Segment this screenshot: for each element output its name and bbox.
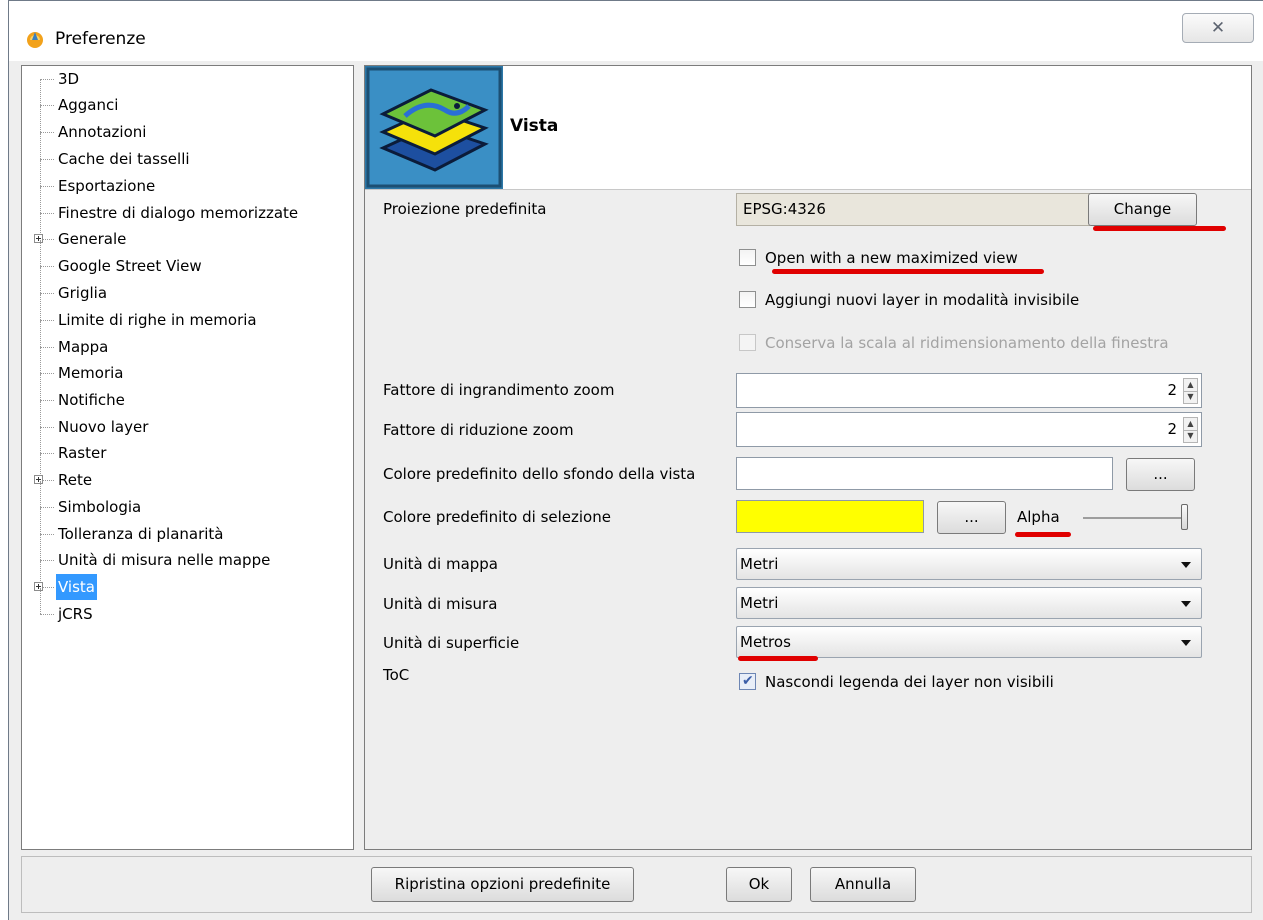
expand-icon[interactable] — [34, 234, 43, 243]
tree-item-label: Google Street View — [58, 257, 202, 275]
tree-item-label: Annotazioni — [58, 123, 147, 141]
panel-title: Vista — [510, 116, 559, 136]
close-button[interactable]: ✕ — [1182, 13, 1254, 43]
change-projection-button[interactable]: Change — [1088, 193, 1197, 226]
tree-item-label: Finestre di dialogo memorizzate — [58, 204, 299, 222]
dropdown-arrow-icon — [1181, 601, 1191, 607]
reset-defaults-label: Ripristina opzioni predefinite — [394, 875, 611, 893]
hide-legend-label: Nascondi legenda dei layer non visibili — [765, 673, 1054, 691]
tree-item-label: Notifiche — [58, 391, 125, 409]
zoom-in-value: 2 — [1167, 381, 1177, 399]
cancel-label: Annulla — [834, 875, 892, 893]
annotation-underline — [772, 269, 1044, 274]
alpha-slider-handle[interactable] — [1181, 504, 1188, 530]
projection-field: EPSG:4326 — [736, 193, 1090, 226]
tree-item-label: Vista — [56, 574, 97, 600]
hide-legend-checkbox[interactable] — [739, 669, 756, 693]
dialog-footer: Ripristina opzioni predefinite Ok Annull… — [21, 856, 1252, 913]
tree-item-label: Memoria — [58, 364, 124, 382]
zoom-in-spinner[interactable]: 2 ▲ ▼ — [736, 373, 1202, 408]
tree-item-label: Mappa — [58, 338, 109, 356]
tree-item-label: Rete — [58, 471, 93, 489]
tree-item-label: Simbologia — [58, 498, 142, 516]
preferences-window: Preferenze ✕ 3D Agganci Annotazioni Cach… — [8, 0, 1263, 920]
zoom-out-value: 2 — [1167, 420, 1177, 438]
tree-item-label: Unità di misura nelle mappe — [58, 551, 271, 569]
map-units-value: Metri — [740, 555, 779, 573]
bg-color-label: Colore predefinito dello sfondo della vi… — [383, 465, 696, 483]
alpha-slider-track[interactable] — [1083, 517, 1186, 519]
map-units-select[interactable]: Metri — [736, 548, 1202, 580]
measure-units-label: Unità di misura — [383, 595, 498, 613]
add-invisible-checkbox[interactable] — [739, 291, 756, 308]
zoom-out-spin-arrows[interactable]: ▲ ▼ — [1183, 417, 1198, 443]
zoom-out-spinner[interactable]: 2 ▲ ▼ — [736, 412, 1202, 447]
area-units-select[interactable]: Metros — [736, 626, 1202, 658]
tree-item-label: Tolleranza di planarità — [58, 525, 224, 543]
tree-item-label: Nuovo layer — [58, 418, 149, 436]
bg-color-swatch — [736, 457, 1113, 490]
tree-item-label: Esportazione — [58, 177, 156, 195]
spin-down-icon[interactable]: ▼ — [1184, 391, 1197, 403]
change-button-label: Change — [1113, 200, 1172, 218]
annotation-underline — [1015, 532, 1071, 537]
keep-scale-label: Conserva la scala al ridimensionamento d… — [765, 334, 1169, 352]
tree-item-label: Cache dei tasselli — [58, 150, 190, 168]
toc-label: ToC — [383, 666, 410, 684]
vista-settings-panel: Vista Proiezione predefinita EPSG:4326 C… — [364, 65, 1252, 850]
title-bar: Preferenze ✕ — [9, 1, 1263, 61]
spin-down-icon[interactable]: ▼ — [1184, 430, 1197, 442]
ok-button[interactable]: Ok — [726, 867, 792, 902]
measure-units-select[interactable]: Metri — [736, 587, 1202, 619]
annotation-underline — [1093, 226, 1226, 231]
panel-header: Vista — [365, 66, 1251, 190]
keep-scale-checkbox — [739, 334, 756, 351]
reset-defaults-button[interactable]: Ripristina opzioni predefinite — [371, 867, 634, 902]
tree-item-label: jCRS — [58, 605, 93, 623]
projection-label: Proiezione predefinita — [383, 200, 547, 218]
cancel-button[interactable]: Annulla — [810, 867, 916, 902]
map-units-label: Unità di mappa — [383, 555, 498, 573]
bg-color-picker-button[interactable]: ... — [1126, 458, 1195, 491]
annotation-underline — [738, 656, 818, 661]
expand-icon[interactable] — [34, 582, 43, 591]
expand-icon[interactable] — [34, 475, 43, 484]
tree-item-label: Griglia — [58, 284, 108, 302]
tree-item-label: Limite di righe in memoria — [58, 311, 257, 329]
measure-units-value: Metri — [740, 594, 779, 612]
area-units-value: Metros — [740, 633, 791, 651]
tree-item-label: Raster — [58, 444, 107, 462]
projection-value: EPSG:4326 — [743, 200, 826, 218]
tree-item-label: Agganci — [58, 96, 119, 114]
alpha-label: Alpha — [1017, 508, 1060, 526]
sel-color-label: Colore predefinito di selezione — [383, 508, 611, 526]
add-invisible-label: Aggiungi nuovi layer in modalità invisib… — [765, 291, 1080, 309]
window-title: Preferenze — [55, 29, 146, 49]
preferences-tree[interactable]: 3D Agganci Annotazioni Cache dei tassell… — [21, 65, 354, 850]
zoom-in-label: Fattore di ingrandimento zoom — [383, 381, 615, 399]
ok-label: Ok — [748, 875, 770, 893]
open-maximized-checkbox[interactable] — [739, 249, 756, 266]
close-icon: ✕ — [1210, 18, 1226, 38]
zoom-out-label: Fattore di riduzione zoom — [383, 421, 574, 439]
sel-color-button-label: ... — [964, 508, 979, 526]
tree-item-label: Generale — [58, 230, 127, 248]
open-maximized-label: Open with a new maximized view — [765, 249, 1018, 267]
app-logo-icon — [27, 32, 43, 48]
map-layers-icon — [365, 66, 503, 189]
dropdown-arrow-icon — [1181, 562, 1191, 568]
bg-color-button-label: ... — [1153, 465, 1168, 483]
area-units-label: Unità di superficie — [383, 634, 520, 652]
sel-color-swatch — [736, 500, 924, 533]
zoom-in-spin-arrows[interactable]: ▲ ▼ — [1183, 378, 1198, 404]
sel-color-picker-button[interactable]: ... — [937, 501, 1006, 534]
tree-item-label: 3D — [58, 70, 80, 88]
dropdown-arrow-icon — [1181, 640, 1191, 646]
